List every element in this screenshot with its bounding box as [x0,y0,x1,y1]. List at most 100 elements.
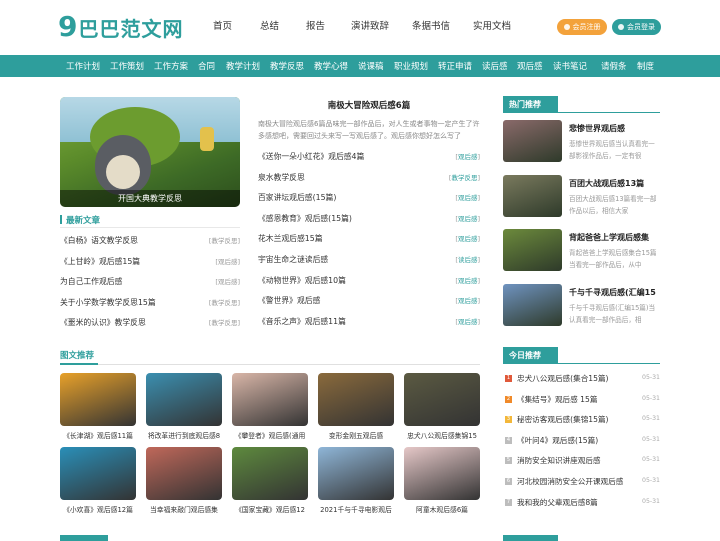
today-item[interactable]: 5 消防安全知识讲座观后感 05-31 [503,455,660,476]
list-item-tag[interactable]: [观后感] [455,315,480,329]
picture-card[interactable]: 当幸福来敲门观后感集 [146,447,222,514]
list-item[interactable]: 《动物世界》观后感10篇 [观后感] [258,274,480,295]
topnav-letters[interactable]: 条据书信 [412,18,473,32]
list-item-tag[interactable]: [观后感] [215,255,240,269]
picture-caption: 2021千与千寻电影观后 [320,506,392,514]
register-button[interactable]: 会员注册 [557,19,607,35]
category-link[interactable]: 教学反思 [270,60,314,72]
category-link[interactable]: 读后感 [482,60,517,72]
featured-title[interactable]: 南极大冒险观后感6篇 [258,99,480,111]
heading-bar [60,215,62,224]
list-item-title: 《动物世界》观后感10篇 [258,275,346,285]
hero-character-belly [106,155,140,189]
category-link[interactable]: 合同 [198,60,226,72]
list-item-title: 《送你一朵小红花》观后感4篇 [258,152,365,161]
hot-item[interactable]: 悲惨世界观后感悲惨世界观后感当认真看完一部影视作品后，一定有很 [503,120,660,164]
today-item[interactable]: 1 忠犬八公观后感(集合15篇) 05-31 [503,373,660,394]
hot-item[interactable]: 百团大战观后感13篇 百团大战观后感13篇看完一部作品以后，相信大家 [503,175,660,219]
list-item[interactable]: 为自己工作观后感 [观后感] [60,275,240,296]
picture-card[interactable]: 《攀登者》观后感(通用 [232,373,308,440]
category-link[interactable]: 工作计划 [66,60,110,72]
picture-thumbnail [318,373,394,426]
list-item[interactable]: 关于小学数学教学反思15篇 [教学反思] [60,296,240,317]
today-item[interactable]: 2 《集结号》观后感 15篇 05-31 [503,394,660,415]
list-item-tag[interactable]: [观后感] [455,274,480,288]
hero-image[interactable]: 开国大典教学反思 [60,97,240,207]
list-item[interactable]: 《上甘岭》观后感15篇 [观后感] [60,255,240,276]
list-item[interactable]: 《感恩教育》观后感(15篇) [观后感] [258,212,480,233]
hot-thumbnail [503,175,562,217]
list-item-tag[interactable]: [观后感] [215,275,240,289]
category-link[interactable]: 转正申请 [438,60,482,72]
hot-title: 悲惨世界观后感 [569,124,625,133]
picture-card[interactable]: 将改革进行到底观后感8 [146,373,222,440]
picture-card[interactable]: 2021千与千寻电影观后 [318,447,394,514]
list-item[interactable]: 《白杨》语文教学反思 [教学反思] [60,234,240,255]
category-link[interactable]: 请假条 [601,60,637,72]
hot-item[interactable]: 背起爸爸上学观后感集 背起爸爸上学观后感集合15篇当看完一部作品后，从中 [503,229,660,273]
today-title: 《叶问4》观后感(15篇) [517,435,599,445]
topnav-summary[interactable]: 总结 [260,18,306,32]
list-item-tag[interactable]: [观后感] [455,294,480,308]
list-item[interactable]: 宇宙生命之谜读后感 [读后感] [258,253,480,274]
latest-list: 《白杨》语文教学反思 [教学反思] 《上甘岭》观后感15篇 [观后感] 为自己工作观后感… [60,234,240,337]
topnav-docs[interactable]: 实用文档 [473,18,533,32]
hot-item[interactable]: 千与千寻观后感(汇编15 千与千寻观后感(汇编15篇)当认真看完一部作品后，相 [503,284,660,328]
list-item-tag[interactable]: [教学反思] [209,234,240,248]
hot-desc: 悲惨世界观后感当认真看完一部影视作品后，一定有很 [569,140,655,160]
today-heading: 今日推荐 [503,347,558,363]
list-item-tag[interactable]: [教学反思] [449,171,480,185]
category-link[interactable]: 教学心得 [314,60,358,72]
topnav-speech[interactable]: 演讲致辞 [351,18,412,32]
topnav-report[interactable]: 报告 [306,18,351,32]
topnav-home[interactable]: 首页 [213,18,260,32]
hot-thumbnail [503,284,562,326]
section-tab [60,535,108,541]
list-item[interactable]: 《警世界》观后感 [观后感] [258,294,480,315]
picture-card[interactable]: 忠犬八公观后感集锦15 [404,373,480,440]
today-item[interactable]: 7 我和我的父辈观后感8篇 05-31 [503,497,660,518]
site-logo[interactable]: 9 巴巴范文网 [58,12,183,42]
login-button[interactable]: 会员登录 [612,19,661,35]
picture-card[interactable]: 阿童木观后感6篇 [404,447,480,514]
list-item-title: 关于小学数学教学反思15篇 [60,297,156,307]
category-link[interactable]: 工作方案 [154,60,198,72]
list-item-title: 花木兰观后感15篇 [258,234,323,244]
list-item[interactable]: 《音乐之声》观后感11篇 [观后感] [258,315,480,336]
today-title: 消防安全知识讲座观后感 [517,456,601,466]
today-item[interactable]: 3 秘密访客观后感(集锦15篇) 05-31 [503,414,660,435]
picture-card[interactable]: 《长津湖》观后感11篇 [60,373,136,440]
today-date: 05-31 [642,476,660,484]
list-item-tag[interactable]: [教学反思] [209,296,240,310]
hot-desc: 百团大战观后感13篇看完一部作品以后，相信大家 [569,195,657,215]
today-title: 我和我的父辈观后感8篇 [517,497,598,507]
list-item[interactable]: 泉水教学反思 [教学反思] [258,171,480,192]
category-link[interactable]: 职业规划 [394,60,438,72]
category-link[interactable]: 工作策划 [110,60,154,72]
list-item-tag[interactable]: [观后感] [455,191,480,205]
category-link[interactable]: 教学计划 [226,60,270,72]
picture-card[interactable]: 变形金刚五观后感 [318,373,394,440]
category-link[interactable]: 读书笔记 [553,60,601,72]
today-item[interactable]: 4 《叶问4》观后感(15篇) 05-31 [503,435,660,456]
list-item-tag[interactable]: [教学反思] [209,316,240,330]
picture-card[interactable]: 《小欢喜》观后感12篇 [60,447,136,514]
list-item-tag[interactable]: [读后感] [455,253,480,267]
list-item[interactable]: 《送你一朵小红花》观后感4篇 [观后感] [258,150,480,171]
category-link[interactable]: 观后感 [517,60,553,72]
list-item-tag[interactable]: [观后感] [455,150,480,164]
category-link[interactable]: 制度 [637,60,661,72]
tag-label: 观后感 [457,276,478,285]
hot-thumbnail [503,229,562,271]
today-item[interactable]: 6 河北校园消防安全公开课观后感 05-31 [503,476,660,497]
today-title: 河北校园消防安全公开课观后感 [517,476,624,486]
list-item-tag[interactable]: [观后感] [455,212,480,226]
category-link[interactable]: 说课稿 [358,60,394,72]
list-item[interactable]: 花木兰观后感15篇 [观后感] [258,232,480,253]
register-label: 会员注册 [572,23,601,31]
list-item-tag[interactable]: [观后感] [455,232,480,246]
list-item[interactable]: 《噩米的认识》教学反思 [教学反思] [60,316,240,337]
list-item[interactable]: 百家讲坛观后感(15篇) [观后感] [258,191,480,212]
picture-card[interactable]: 《国家宝藏》观后感12 [232,447,308,514]
list-item-title: 《感恩教育》观后感(15篇) [258,213,352,223]
